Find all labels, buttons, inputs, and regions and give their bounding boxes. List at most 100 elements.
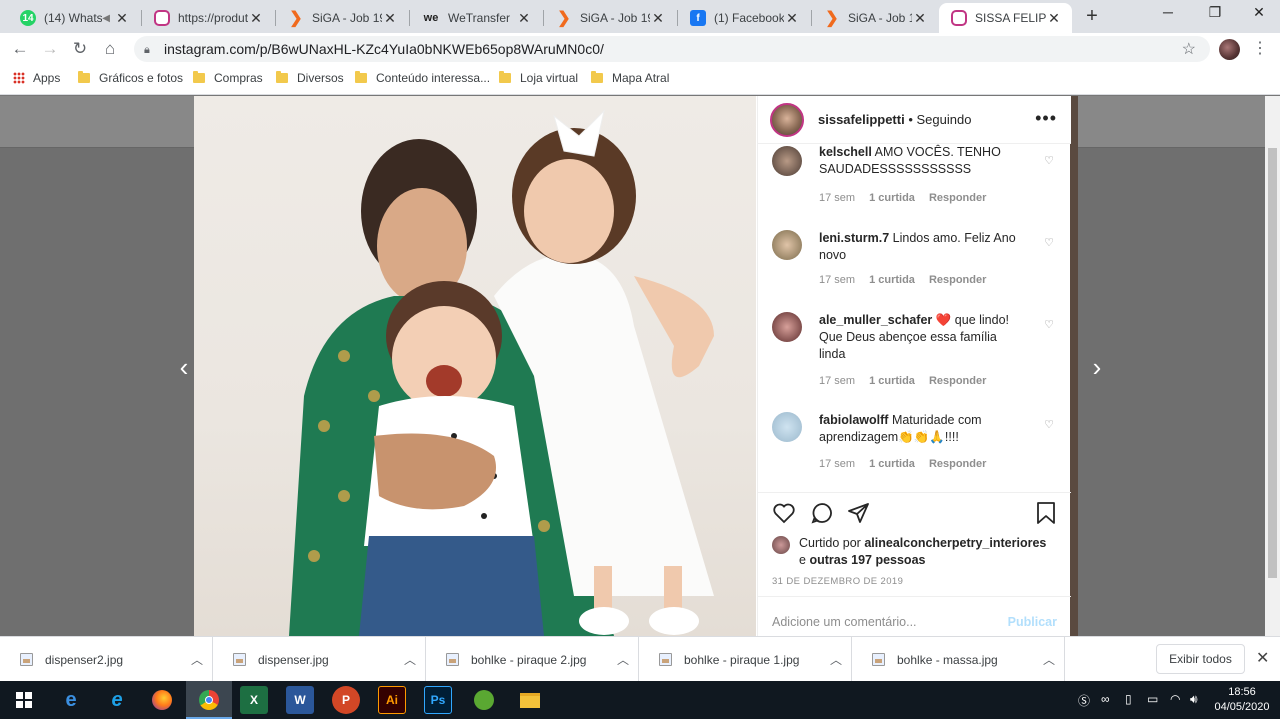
- tab-siga-1[interactable]: ❯ SiGA - Job 1900 ✕: [276, 3, 408, 33]
- internet-explorer-icon[interactable]: e: [103, 686, 131, 714]
- close-icon[interactable]: ✕: [912, 10, 928, 27]
- bookmark-loja-virtual[interactable]: Loja virtual: [499, 71, 578, 85]
- more-options-icon[interactable]: •••: [1035, 108, 1057, 129]
- restore-button[interactable]: ❐: [1200, 4, 1230, 21]
- star-icon[interactable]: ☆: [1182, 39, 1196, 59]
- reply-button[interactable]: Responder: [929, 274, 986, 286]
- chevron-up-icon[interactable]: ︿: [395, 651, 425, 668]
- comment-input[interactable]: Adicione um comentário...: [772, 615, 917, 629]
- chrome-icon[interactable]: [195, 686, 223, 714]
- show-all-downloads-button[interactable]: Exibir todos: [1156, 644, 1245, 674]
- like-heart-icon[interactable]: ♡: [1044, 418, 1054, 431]
- file-explorer-icon[interactable]: [516, 686, 544, 714]
- commenter-username[interactable]: ale_muller_schafer: [819, 313, 932, 327]
- bookmark-mapa-atral[interactable]: Mapa Atral: [591, 71, 669, 85]
- commenter-username[interactable]: kelschell: [819, 145, 872, 159]
- chevron-up-icon[interactable]: ︿: [182, 651, 212, 668]
- wifi-icon[interactable]: ◠: [1170, 692, 1180, 706]
- bookmark-graficos[interactable]: Gráficos e fotos: [78, 71, 183, 85]
- page-scrollbar[interactable]: [1265, 96, 1280, 636]
- volume-icon[interactable]: 🔊︎: [1190, 692, 1198, 707]
- taskbar-clock[interactable]: 18:56 04/05/2020: [1214, 685, 1270, 715]
- chevron-up-icon[interactable]: ︿: [608, 651, 638, 668]
- commenter-avatar[interactable]: [772, 146, 802, 176]
- author-username[interactable]: sissafelippetti: [818, 112, 905, 127]
- comment-likes[interactable]: 1 curtida: [869, 192, 915, 204]
- link-icon[interactable]: ∞: [1101, 692, 1110, 706]
- tab-siga-3[interactable]: ❯ SiGA - Job 1840 ✕: [812, 3, 938, 33]
- comment-likes[interactable]: 1 curtida: [869, 458, 915, 470]
- usb-icon[interactable]: ▯: [1125, 692, 1132, 706]
- commenter-avatar[interactable]: [772, 312, 802, 342]
- green-app-icon[interactable]: [470, 686, 498, 714]
- skype-icon[interactable]: Ⓢ: [1078, 692, 1090, 709]
- reply-button[interactable]: Responder: [929, 458, 986, 470]
- reply-button[interactable]: Responder: [929, 375, 986, 387]
- word-icon[interactable]: W: [286, 686, 314, 714]
- reply-button[interactable]: Responder: [929, 192, 986, 204]
- download-item[interactable]: dispenser2.jpg ︿: [0, 637, 213, 682]
- liked-others[interactable]: outras 197 pessoas: [809, 553, 925, 567]
- bookmark-apps[interactable]: Apps: [13, 71, 60, 85]
- share-icon[interactable]: [847, 501, 871, 525]
- tab-sissa-felippetti[interactable]: SISSA FELIPPETTI ✕: [939, 3, 1072, 33]
- close-icon[interactable]: ✕: [248, 10, 264, 27]
- comment-likes[interactable]: 1 curtida: [869, 375, 915, 387]
- tab-whatsapp[interactable]: 14 (14) WhatsApp ◀︎ ✕: [8, 3, 140, 33]
- commenter-avatar[interactable]: [772, 412, 802, 442]
- tab-siga-2[interactable]: ❯ SiGA - Job 1910 ✕: [544, 3, 676, 33]
- chevron-up-icon[interactable]: ︿: [1034, 651, 1064, 668]
- download-item[interactable]: bohlke - piraque 1.jpg ︿: [639, 637, 852, 682]
- bookmark-diversos[interactable]: Diversos: [276, 71, 344, 85]
- forward-button[interactable]: →: [40, 39, 60, 59]
- post-date[interactable]: 31 DE DEZEMBRO DE 2019: [772, 576, 903, 587]
- download-item[interactable]: dispenser.jpg ︿: [213, 637, 426, 682]
- like-heart-icon[interactable]: ♡: [1044, 154, 1054, 167]
- new-tab-button[interactable]: +: [1082, 5, 1102, 28]
- close-icon[interactable]: ✕: [516, 10, 532, 27]
- address-bar[interactable]: 🔒︎ instagram.com/p/B6wUNaxHL-KZc4YuIa0bN…: [134, 36, 1210, 62]
- bookmark-conteudo[interactable]: Conteúdo interessa...: [355, 71, 490, 85]
- close-icon[interactable]: ✕: [650, 10, 666, 27]
- scrollbar-thumb[interactable]: [1268, 148, 1277, 578]
- battery-icon[interactable]: ▭: [1147, 692, 1158, 706]
- profile-avatar[interactable]: [1219, 39, 1240, 60]
- close-icon[interactable]: ✕: [1256, 648, 1269, 668]
- commenter-username[interactable]: fabiolawolff: [819, 413, 888, 427]
- liked-by-user[interactable]: alinealconcherpetry_interiores: [864, 536, 1046, 550]
- close-icon[interactable]: ✕: [382, 10, 398, 27]
- commenter-avatar[interactable]: [772, 230, 802, 260]
- firefox-icon[interactable]: [148, 686, 176, 714]
- back-button[interactable]: ←: [10, 39, 30, 59]
- minimize-button[interactable]: ─: [1153, 4, 1183, 20]
- tab-facebook[interactable]: f (1) Facebook ✕: [678, 3, 810, 33]
- publish-button[interactable]: Publicar: [1008, 615, 1057, 629]
- like-heart-icon[interactable]: ♡: [1044, 236, 1054, 249]
- chevron-up-icon[interactable]: ︿: [821, 651, 851, 668]
- close-icon[interactable]: ✕: [114, 10, 130, 27]
- browser-menu-icon[interactable]: ⋮: [1252, 38, 1268, 58]
- powerpoint-icon[interactable]: P: [332, 686, 360, 714]
- comment-icon[interactable]: [810, 501, 834, 525]
- bookmark-compras[interactable]: Compras: [193, 71, 263, 85]
- photoshop-icon[interactable]: Ps: [424, 686, 452, 714]
- prev-post-arrow[interactable]: ‹: [174, 354, 194, 380]
- close-icon[interactable]: ✕: [784, 10, 800, 27]
- illustrator-icon[interactable]: Ai: [378, 686, 406, 714]
- bookmark-icon[interactable]: [1034, 501, 1058, 525]
- home-button[interactable]: ⌂: [100, 39, 120, 59]
- download-item[interactable]: bohlke - piraque 2.jpg ︿: [426, 637, 639, 682]
- close-icon[interactable]: ✕: [1046, 10, 1062, 27]
- tab-wetransfer[interactable]: we WeTransfer ✕: [410, 3, 542, 33]
- follow-status[interactable]: • Seguindo: [908, 112, 971, 127]
- windows-start-icon[interactable]: [10, 686, 38, 714]
- reload-button[interactable]: ↻: [70, 39, 90, 59]
- commenter-username[interactable]: leni.sturm.7: [819, 231, 889, 245]
- edge-icon[interactable]: e: [57, 686, 85, 714]
- next-post-arrow[interactable]: ›: [1087, 354, 1107, 380]
- comment-likes[interactable]: 1 curtida: [869, 274, 915, 286]
- tab-instagram-produto[interactable]: https://produto ✕: [142, 3, 274, 33]
- excel-icon[interactable]: X: [240, 686, 268, 714]
- like-heart-icon[interactable]: ♡: [1044, 318, 1054, 331]
- download-item[interactable]: bohlke - massa.jpg ︿: [852, 637, 1065, 682]
